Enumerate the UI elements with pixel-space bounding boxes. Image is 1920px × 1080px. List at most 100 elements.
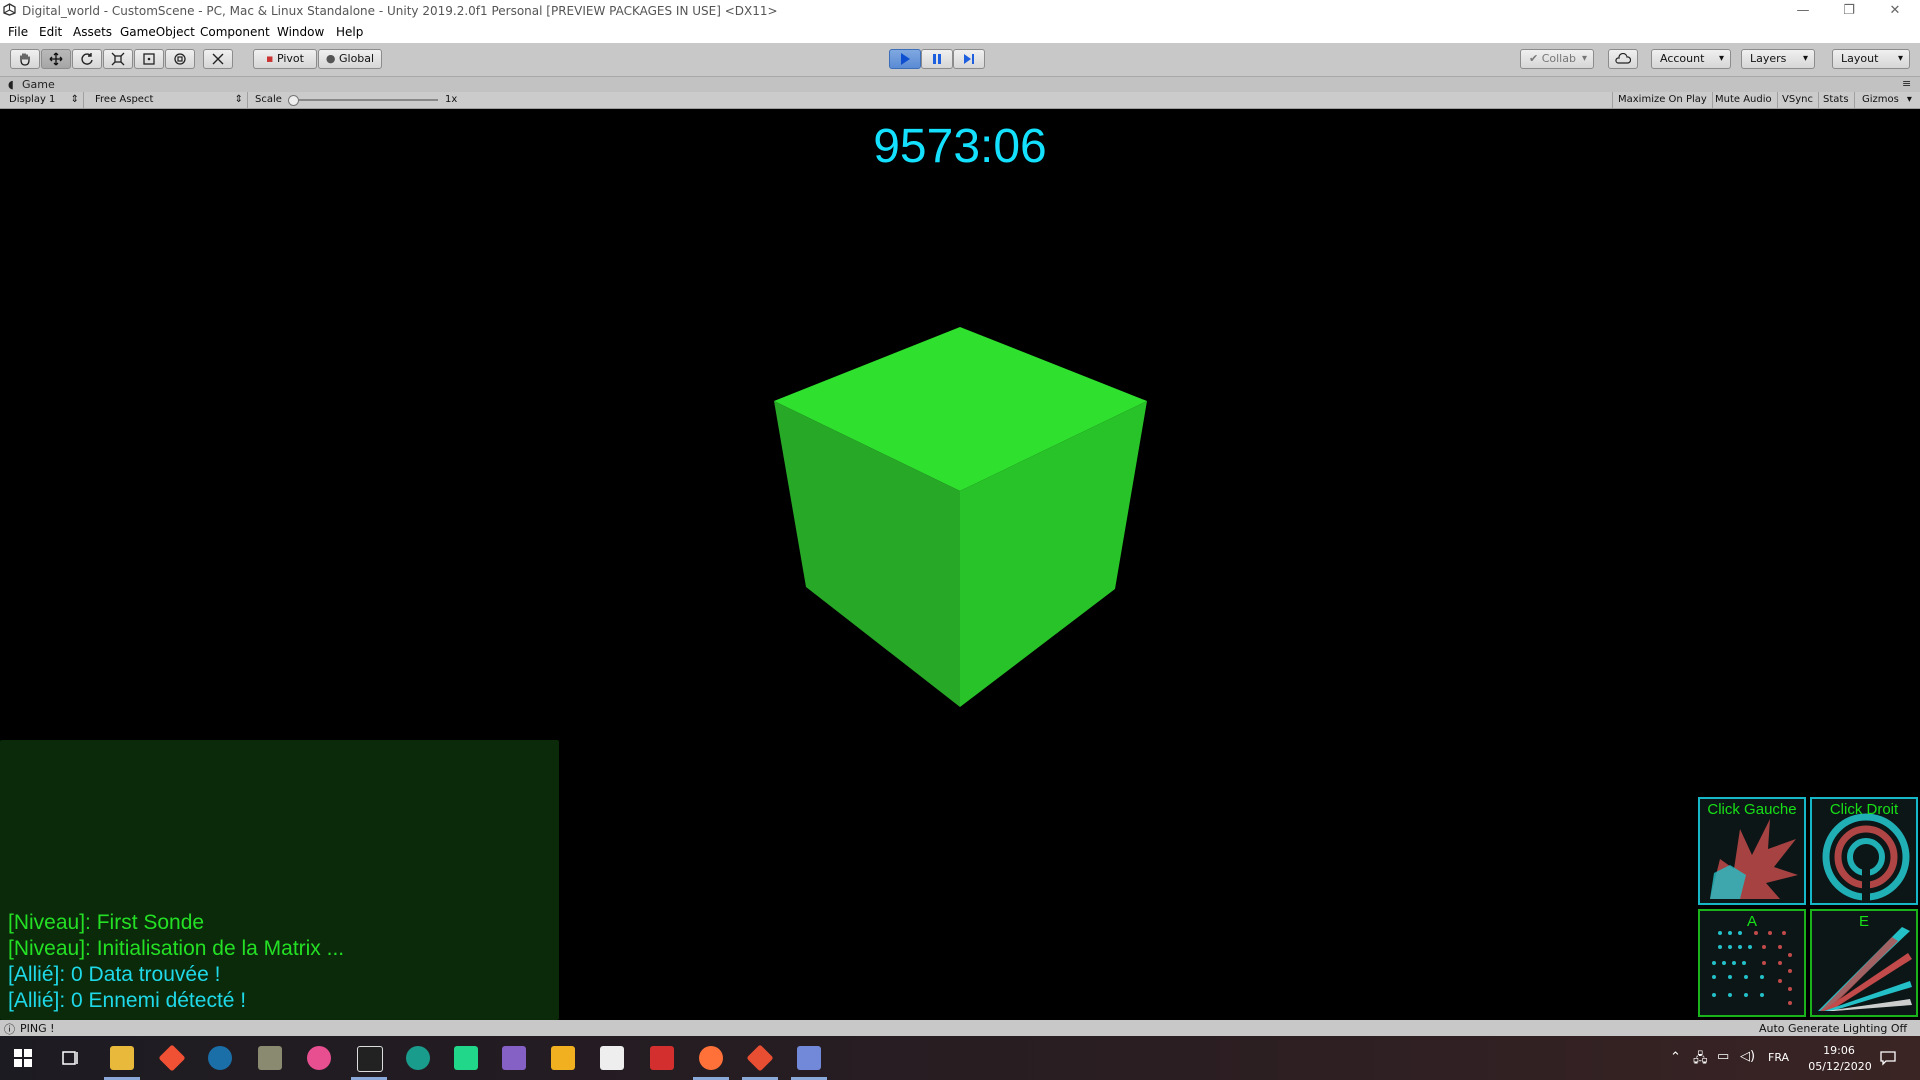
cloud-button[interactable]: [1608, 49, 1638, 69]
aspect-label: Free Aspect: [95, 94, 154, 105]
menu-file[interactable]: File: [8, 25, 28, 39]
move-tool-button[interactable]: [41, 49, 71, 69]
tab-menu-icon[interactable]: ≡: [1902, 77, 1911, 90]
unity-logo-icon: [3, 3, 16, 16]
notepad-icon[interactable]: [600, 1046, 624, 1070]
stats-toggle[interactable]: Stats: [1818, 92, 1855, 108]
console-status-message[interactable]: PING !: [20, 1022, 55, 1035]
hand-tool-button[interactable]: [10, 49, 40, 69]
game-view-controls: Display 1 ⇕ Free Aspect ⇕ Scale 1x Maximiz…: [0, 92, 1920, 109]
visual-studio-icon[interactable]: [502, 1046, 526, 1070]
account-dropdown[interactable]: Account: [1651, 49, 1731, 69]
display-dropdown[interactable]: Display 1 ⇕: [4, 92, 84, 108]
skill-left-click[interactable]: Click Gauche: [1698, 797, 1806, 905]
display-label: Display 1: [9, 94, 56, 105]
rect-tool-button[interactable]: [134, 49, 164, 69]
pycharm-icon[interactable]: [454, 1046, 478, 1070]
steam-icon[interactable]: [208, 1046, 232, 1070]
dropdown-arrow-icon: ⇕: [234, 94, 243, 105]
check-icon: ✔: [1529, 52, 1539, 65]
tools-icon: [212, 53, 224, 65]
osu-icon[interactable]: [307, 1046, 331, 1070]
app-icon[interactable]: [258, 1046, 282, 1070]
aspect-dropdown[interactable]: Free Aspect ⇕: [90, 92, 248, 108]
skill-a[interactable]: A: [1698, 909, 1806, 1017]
unity-icon[interactable]: [357, 1046, 383, 1072]
menu-help[interactable]: Help: [336, 25, 363, 39]
rotate-tool-button[interactable]: [72, 49, 102, 69]
autodesk-icon[interactable]: [650, 1046, 674, 1070]
scale-tool-button[interactable]: [103, 49, 133, 69]
custom-tool-button[interactable]: [203, 49, 233, 69]
menu-gameobject[interactable]: GameObject: [120, 25, 195, 39]
maximize-on-play-toggle[interactable]: Maximize On Play: [1612, 92, 1713, 108]
windows-start-icon[interactable]: [14, 1049, 32, 1067]
move-arrows-icon: [49, 52, 63, 66]
clock-time[interactable]: 19:06: [1816, 1044, 1862, 1057]
game-tab[interactable]: Game: [22, 78, 55, 91]
skill-right-click[interactable]: Click Droit: [1810, 797, 1918, 905]
gizmos-label: Gizmos: [1862, 94, 1899, 105]
firefox-icon[interactable]: [699, 1046, 723, 1070]
vsync-toggle[interactable]: VSync: [1777, 92, 1819, 108]
battery-icon[interactable]: ▭: [1717, 1049, 1729, 1064]
pivot-label: Pivot: [276, 52, 304, 65]
layout-dropdown[interactable]: Layout: [1832, 49, 1910, 69]
notifications-icon[interactable]: [1880, 1050, 1896, 1066]
log-panel: [Niveau]: First Sonde [Niveau]: Initiali…: [0, 740, 559, 1020]
layout-label: Layout: [1841, 52, 1879, 65]
pivot-icon: ▪: [266, 52, 274, 65]
close-button[interactable]: ✕: [1872, 0, 1918, 21]
network-icon[interactable]: 🖧: [1693, 1049, 1708, 1071]
scale-icon: [111, 52, 125, 66]
menu-bar: File Edit Assets GameObject Component Wi…: [0, 21, 1920, 43]
windows-taskbar: ⌃ 🖧 ▭ ◁) FRA 19:06 05/12/2020: [0, 1036, 1920, 1080]
dropdown-arrow-icon: ▾: [1906, 94, 1912, 105]
language-indicator[interactable]: FRA: [1768, 1051, 1789, 1064]
pause-button[interactable]: [921, 49, 953, 69]
clock-date[interactable]: 05/12/2020: [1802, 1060, 1878, 1073]
volume-icon[interactable]: ◁): [1740, 1049, 1755, 1064]
log-line: [Niveau]: Initialisation de la Matrix ..…: [8, 937, 345, 960]
transform-tool-button[interactable]: [165, 49, 195, 69]
global-toggle[interactable]: ● Global: [318, 49, 382, 69]
menu-edit[interactable]: Edit: [39, 25, 62, 39]
pause-icon: [933, 54, 941, 64]
file-explorer-icon[interactable]: [110, 1046, 134, 1070]
task-view-icon[interactable]: [62, 1049, 80, 1067]
rect-transform-icon: [143, 53, 155, 65]
gitkraken-red-icon[interactable]: [746, 1044, 774, 1072]
gitkraken-icon[interactable]: [406, 1046, 430, 1070]
layers-label: Layers: [1750, 52, 1787, 65]
scale-slider-handle[interactable]: [288, 95, 299, 106]
step-button[interactable]: [953, 49, 985, 69]
maximize-button[interactable]: ❐: [1826, 0, 1872, 21]
scale-value: 1x: [445, 94, 458, 105]
green-cube: [774, 327, 1147, 707]
gizmos-dropdown[interactable]: Gizmos ▾: [1857, 92, 1915, 108]
play-button[interactable]: [889, 49, 921, 69]
game-view[interactable]: 9573:06 [Niveau]: First Sonde [Niveau]: …: [0, 109, 1920, 1020]
intellij-icon[interactable]: [551, 1046, 575, 1070]
menu-window[interactable]: Window: [277, 25, 324, 39]
discord-icon[interactable]: [797, 1046, 821, 1070]
menu-assets[interactable]: Assets: [73, 25, 112, 39]
collab-dropdown[interactable]: ✔ Collab: [1520, 49, 1594, 69]
skill-e[interactable]: E: [1810, 909, 1918, 1017]
git-icon[interactable]: [158, 1044, 186, 1072]
minimize-button[interactable]: —: [1780, 0, 1826, 21]
toolbar: ▪ Pivot ● Global ✔ Collab Account Layers…: [0, 43, 1920, 77]
skill-a-label: A: [1746, 913, 1757, 930]
mute-audio-toggle[interactable]: Mute Audio: [1710, 92, 1778, 108]
pivot-toggle[interactable]: ▪ Pivot: [253, 49, 317, 69]
info-icon: ⓘ: [4, 1023, 15, 1036]
layers-dropdown[interactable]: Layers: [1741, 49, 1815, 69]
globe-icon: ●: [325, 52, 336, 65]
rotate-icon: [81, 53, 93, 65]
play-icon: [901, 53, 910, 65]
tray-chevron-icon[interactable]: ⌃: [1670, 1050, 1681, 1065]
scale-slider-track[interactable]: [290, 99, 438, 101]
lighting-status: Auto Generate Lighting Off: [1759, 1022, 1908, 1035]
menu-component[interactable]: Component: [200, 25, 270, 39]
scale-label: Scale: [255, 94, 282, 105]
